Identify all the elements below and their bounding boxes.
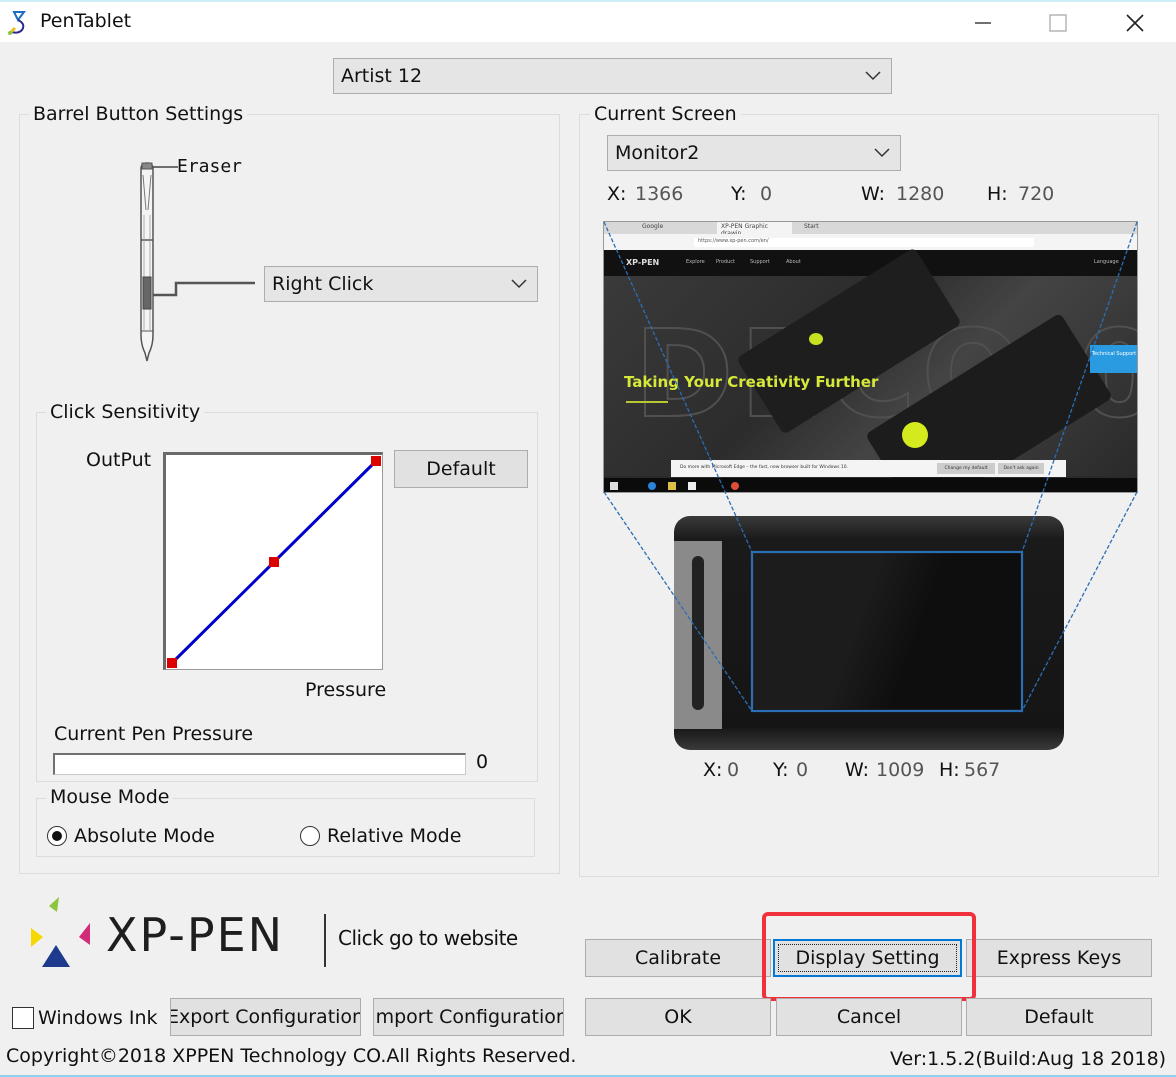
preview-nav-item: Explore — [686, 259, 705, 265]
curve-default-button[interactable]: Default — [394, 450, 528, 488]
import-configuration-label: Import Configuration — [373, 1006, 564, 1028]
export-configuration-label: Export Configuration — [170, 1006, 361, 1028]
website-link[interactable]: Click go to website — [338, 926, 518, 950]
cancel-button[interactable]: Cancel — [776, 998, 962, 1036]
chevron-down-icon — [874, 148, 890, 158]
pen-pressure-value: 0 — [476, 751, 489, 773]
display-setting-button[interactable]: Display Setting — [773, 939, 962, 977]
copyright-text: Copyright©2018 XPPEN Technology CO.All R… — [6, 1045, 577, 1067]
barrel-button-select[interactable]: Right Click — [264, 266, 538, 302]
preview-edge-button: Don't ask again — [998, 463, 1044, 474]
preview-address-bar: https://www.xp-pen.com/en/ — [604, 234, 1137, 250]
chevron-down-icon — [511, 279, 527, 289]
curve-control-point[interactable] — [371, 456, 381, 466]
monitor-select-value: Monitor2 — [615, 142, 700, 164]
pen-pressure-bar — [53, 753, 466, 775]
minimize-icon — [975, 22, 991, 24]
current-screen-title: Current Screen — [590, 103, 741, 125]
tablet-w-key: W: — [845, 759, 870, 781]
screen-preview: Google XP-PEN Graphic drawin Start https… — [603, 221, 1138, 493]
tablet-x-key: X: — [703, 759, 723, 781]
close-button[interactable] — [1107, 6, 1163, 40]
default-button[interactable]: Default — [966, 998, 1152, 1036]
screen-y-key: Y: — [731, 183, 747, 205]
chevron-down-icon — [865, 71, 881, 81]
tablet-illustration — [674, 516, 1064, 750]
mouse-mode-title: Mouse Mode — [46, 786, 174, 808]
absolute-mode-label[interactable]: Absolute Mode — [74, 825, 215, 847]
preview-tab-strip: Google XP-PEN Graphic drawin Start — [604, 222, 1137, 237]
preview-language: Language — [1094, 259, 1119, 265]
device-select-value: Artist 12 — [341, 65, 423, 87]
relative-mode-label[interactable]: Relative Mode — [327, 825, 461, 847]
preview-hero: DECO 02 Taking Your Creativity Further T… — [604, 247, 1137, 492]
export-configuration-button[interactable]: Export Configuration — [170, 998, 361, 1036]
preview-tab: Google — [642, 223, 664, 230]
pen-illustration — [140, 162, 255, 362]
preview-support-badge: Technical Support — [1090, 345, 1137, 373]
pressure-axis-label: Pressure — [305, 679, 387, 701]
ok-button[interactable]: OK — [585, 998, 771, 1036]
preview-edge-button: Change my default — [937, 463, 995, 474]
barrel-button-select-value: Right Click — [272, 273, 374, 295]
current-pen-pressure-label: Current Pen Pressure — [54, 723, 254, 745]
minimize-button[interactable] — [955, 6, 1011, 40]
tablet-w-value: 1009 — [876, 759, 925, 781]
screen-w-value: 1280 — [896, 183, 945, 205]
tablet-y-value: 0 — [796, 759, 809, 781]
preview-url: https://www.xp-pen.com/en/ — [694, 238, 1034, 247]
window-title: PenTablet — [40, 10, 132, 32]
windows-ink-checkbox[interactable] — [12, 1007, 34, 1029]
screen-h-value: 720 — [1018, 183, 1055, 205]
relative-mode-radio[interactable] — [300, 826, 320, 846]
import-configuration-button[interactable]: Import Configuration — [373, 998, 564, 1036]
eraser-label: Eraser — [177, 156, 243, 177]
xp-pen-logo-icon[interactable] — [28, 893, 94, 971]
curve-control-point[interactable] — [269, 557, 279, 567]
preview-tab: Start — [804, 223, 819, 230]
output-axis-label: OutPut — [86, 449, 152, 471]
preview-edge-banner: Do more with Microsoft Edge – the fast, … — [671, 460, 1066, 477]
tablet-h-value: 567 — [964, 759, 1001, 781]
screen-h-key: H: — [987, 183, 1008, 205]
windows-ink-label[interactable]: Windows Ink — [38, 1007, 158, 1029]
screen-x-key: X: — [607, 183, 627, 205]
tablet-x-value: 0 — [727, 759, 740, 781]
preview-taskbar — [604, 478, 1137, 492]
xp-pen-logo-text[interactable]: XP-PEN — [106, 908, 284, 962]
monitor-select[interactable]: Monitor2 — [607, 135, 901, 171]
tablet-active-area — [752, 553, 1022, 709]
click-sensitivity-title: Click Sensitivity — [46, 401, 205, 423]
device-select[interactable]: Artist 12 — [333, 58, 892, 94]
preview-site-nav: XP-PEN Explore Product Support About Lan… — [604, 250, 1137, 276]
curve-control-point[interactable] — [167, 658, 177, 668]
maximize-icon — [1049, 14, 1067, 32]
tablet-key-panel — [674, 541, 722, 729]
preview-edge-banner-text: Do more with Microsoft Edge – the fast, … — [680, 465, 849, 470]
pressure-curve-editor[interactable] — [163, 452, 383, 670]
absolute-mode-radio[interactable] — [47, 826, 67, 846]
maximize-button[interactable] — [1030, 6, 1086, 40]
barrel-button-group-title: Barrel Button Settings — [29, 103, 248, 125]
screen-w-key: W: — [861, 183, 886, 205]
screen-y-value: 0 — [760, 183, 773, 205]
tablet-h-key: H: — [939, 759, 960, 781]
calibrate-button[interactable]: Calibrate — [585, 939, 771, 977]
express-keys-button[interactable]: Express Keys — [966, 939, 1152, 977]
title-bar: PenTablet — [0, 0, 1176, 42]
screen-x-value: 1366 — [635, 183, 684, 205]
tablet-y-key: Y: — [773, 759, 789, 781]
preview-nav-item: Product — [716, 259, 735, 265]
preview-hero-text: Taking Your Creativity Further — [624, 373, 879, 391]
close-icon — [1126, 14, 1144, 32]
preview-nav-item: Support — [750, 259, 770, 265]
pentablet-app-icon — [7, 11, 26, 36]
preview-nav-item: About — [786, 259, 801, 265]
version-text: Ver:1.5.2(Build:Aug 18 2018) — [890, 1048, 1167, 1070]
logo-divider — [324, 914, 326, 967]
preview-tab-active: XP-PEN Graphic drawin — [717, 222, 792, 237]
preview-site-logo: XP-PEN — [626, 258, 660, 267]
pressure-curve-graph — [167, 456, 381, 668]
